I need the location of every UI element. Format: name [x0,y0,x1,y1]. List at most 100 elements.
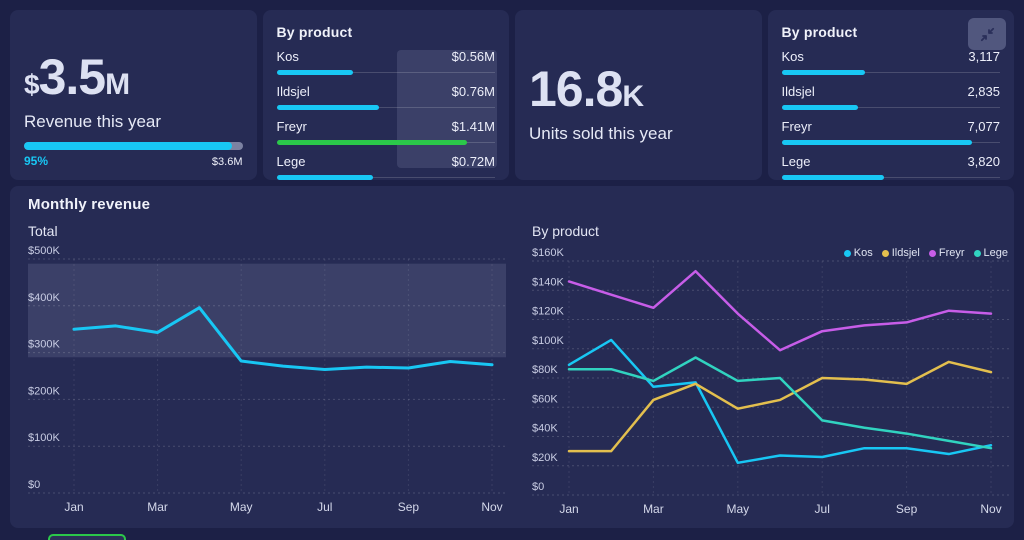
monthly-revenue-card: Monthly revenue Total $0$100K$200K$300K$… [10,186,1014,528]
legend-item-freyr[interactable]: Freyr [929,247,965,259]
product-bar [782,70,866,75]
product-row-kos[interactable]: Kos3,117 [782,49,1001,75]
svg-text:Jan: Jan [64,500,83,514]
product-bar-track [782,140,1001,145]
total-chart: Total $0$100K$200K$300K$400K$500KJanMarM… [28,215,506,526]
by-product-chart-subtitle: By product [532,223,1010,239]
product-row-ildsjel[interactable]: Ildsjel $0.76M [277,84,496,110]
legend-dot-icon [882,250,889,257]
product-value: $1.41M [452,119,495,134]
product-bar-track [782,105,1001,110]
product-name: Ildsjel [782,84,815,99]
legend-dot-icon [974,250,981,257]
product-row-kos[interactable]: Kos $0.56M [277,49,496,75]
svg-text:$20K: $20K [532,452,558,464]
revenue-value: $3.5M [24,52,243,102]
product-name: Freyr [277,119,307,134]
svg-text:$500K: $500K [28,245,60,257]
monthly-title: Monthly revenue [28,196,996,213]
card-title: By product [277,24,496,40]
svg-text:Mar: Mar [643,502,664,516]
legend-label: Kos [854,247,873,259]
charts-row: Total $0$100K$200K$300K$400K$500KJanMarM… [28,215,996,526]
product-value: $0.76M [452,84,495,99]
revenue-progress: 95% $3.6M [24,142,243,168]
legend-item-kos[interactable]: Kos [844,247,873,259]
total-chart-subtitle: Total [28,223,506,239]
svg-text:$40K: $40K [532,423,558,435]
product-value: 3,820 [967,154,1000,169]
svg-text:$400K: $400K [28,292,60,304]
svg-text:Nov: Nov [980,502,1001,516]
units-number: 16.8 [529,61,622,117]
svg-text:$160K: $160K [532,247,564,259]
product-bar-track [782,175,1001,180]
revenue-kpi: $3.5M Revenue this year [24,52,243,132]
legend-item-ildsjel[interactable]: Ildsjel [882,247,920,259]
product-name: Kos [277,49,299,64]
collapse-arrows-icon [980,27,995,42]
product-bar-track [782,70,1001,75]
product-row-lege[interactable]: Lege 3,820 [782,154,1001,180]
svg-text:$120K: $120K [532,306,564,318]
product-bar [782,105,858,110]
product-bar-track [277,140,496,145]
units-by-product-card: By product Kos3,117 Ildsjel2,835 Freyr7,… [768,10,1015,180]
product-bar [782,140,972,145]
by-product-line-chart-svg[interactable]: $0 $20K $40K $60K $80K $100K $120K $140K $160K Ja… [532,245,1010,521]
product-name: Ildsjel [277,84,310,99]
product-row-freyr[interactable]: Freyr 7,077 [782,119,1001,145]
svg-text:$0: $0 [532,481,544,493]
revenue-label: Revenue this year [24,112,243,132]
svg-text:Jul: Jul [317,500,332,514]
revenue-kpi-card: $3.5M Revenue this year 95% $3.6M [10,10,257,180]
svg-text:$60K: $60K [532,393,558,405]
kpi-row: $3.5M Revenue this year 95% $3.6M By pro… [10,10,1014,180]
svg-text:Sep: Sep [398,500,420,514]
legend-label: Freyr [939,247,965,259]
product-name: Lege [782,154,811,169]
svg-text:Nov: Nov [481,500,502,514]
product-row-lege[interactable]: Lege$0.72M [277,154,496,180]
legend-dot-icon [929,250,936,257]
product-bar [277,140,467,145]
units-unit: K [622,80,643,113]
product-bar [277,175,374,180]
progress-fill [24,142,232,150]
progress-target: $3.6M [212,156,243,168]
svg-text:$0: $0 [28,479,40,491]
legend-item-lege[interactable]: Lege [974,247,1008,259]
bottom-peek-element[interactable] [48,534,126,540]
product-bar [782,175,885,180]
units-kpi-card: 16.8K Units sold this year [515,10,762,180]
product-row-ildsjel[interactable]: Ildsjel2,835 [782,84,1001,110]
svg-text:Jan: Jan [559,502,578,516]
collapse-button[interactable] [968,18,1006,50]
total-line-chart-svg[interactable]: $0$100K$200K$300K$400K$500KJanMarMayJulS… [28,245,506,521]
revenue-by-product-card: By product Kos $0.56M Ildsjel $0.76M Freyr… [263,10,510,180]
by-product-chart: By product Kos Ildsjel Freyr Lege $0 $20K $40… [532,215,1010,526]
product-bar-track [277,70,496,75]
svg-text:Jul: Jul [815,502,830,516]
legend-label: Lege [984,247,1008,259]
product-value: 7,077 [967,119,1000,134]
legend-label: Ildsjel [892,247,920,259]
units-kpi: 16.8K Units sold this year [529,64,748,144]
svg-text:$80K: $80K [532,364,558,376]
svg-text:$200K: $200K [28,385,60,397]
svg-text:Sep: Sep [896,502,918,516]
svg-text:May: May [726,502,749,516]
progress-meta: 95% $3.6M [24,154,243,168]
product-bar-track [277,105,496,110]
svg-text:Mar: Mar [147,500,168,514]
svg-text:$100K: $100K [532,335,564,347]
units-value: 16.8K [529,64,748,114]
progress-track [24,142,243,150]
svg-text:$100K: $100K [28,432,60,444]
svg-text:$140K: $140K [532,276,564,288]
legend-dot-icon [844,250,851,257]
product-name: Freyr [782,119,812,134]
currency-symbol: $ [24,69,39,100]
product-row-freyr[interactable]: Freyr $1.41M [277,119,496,145]
product-value: $0.56M [452,49,495,64]
